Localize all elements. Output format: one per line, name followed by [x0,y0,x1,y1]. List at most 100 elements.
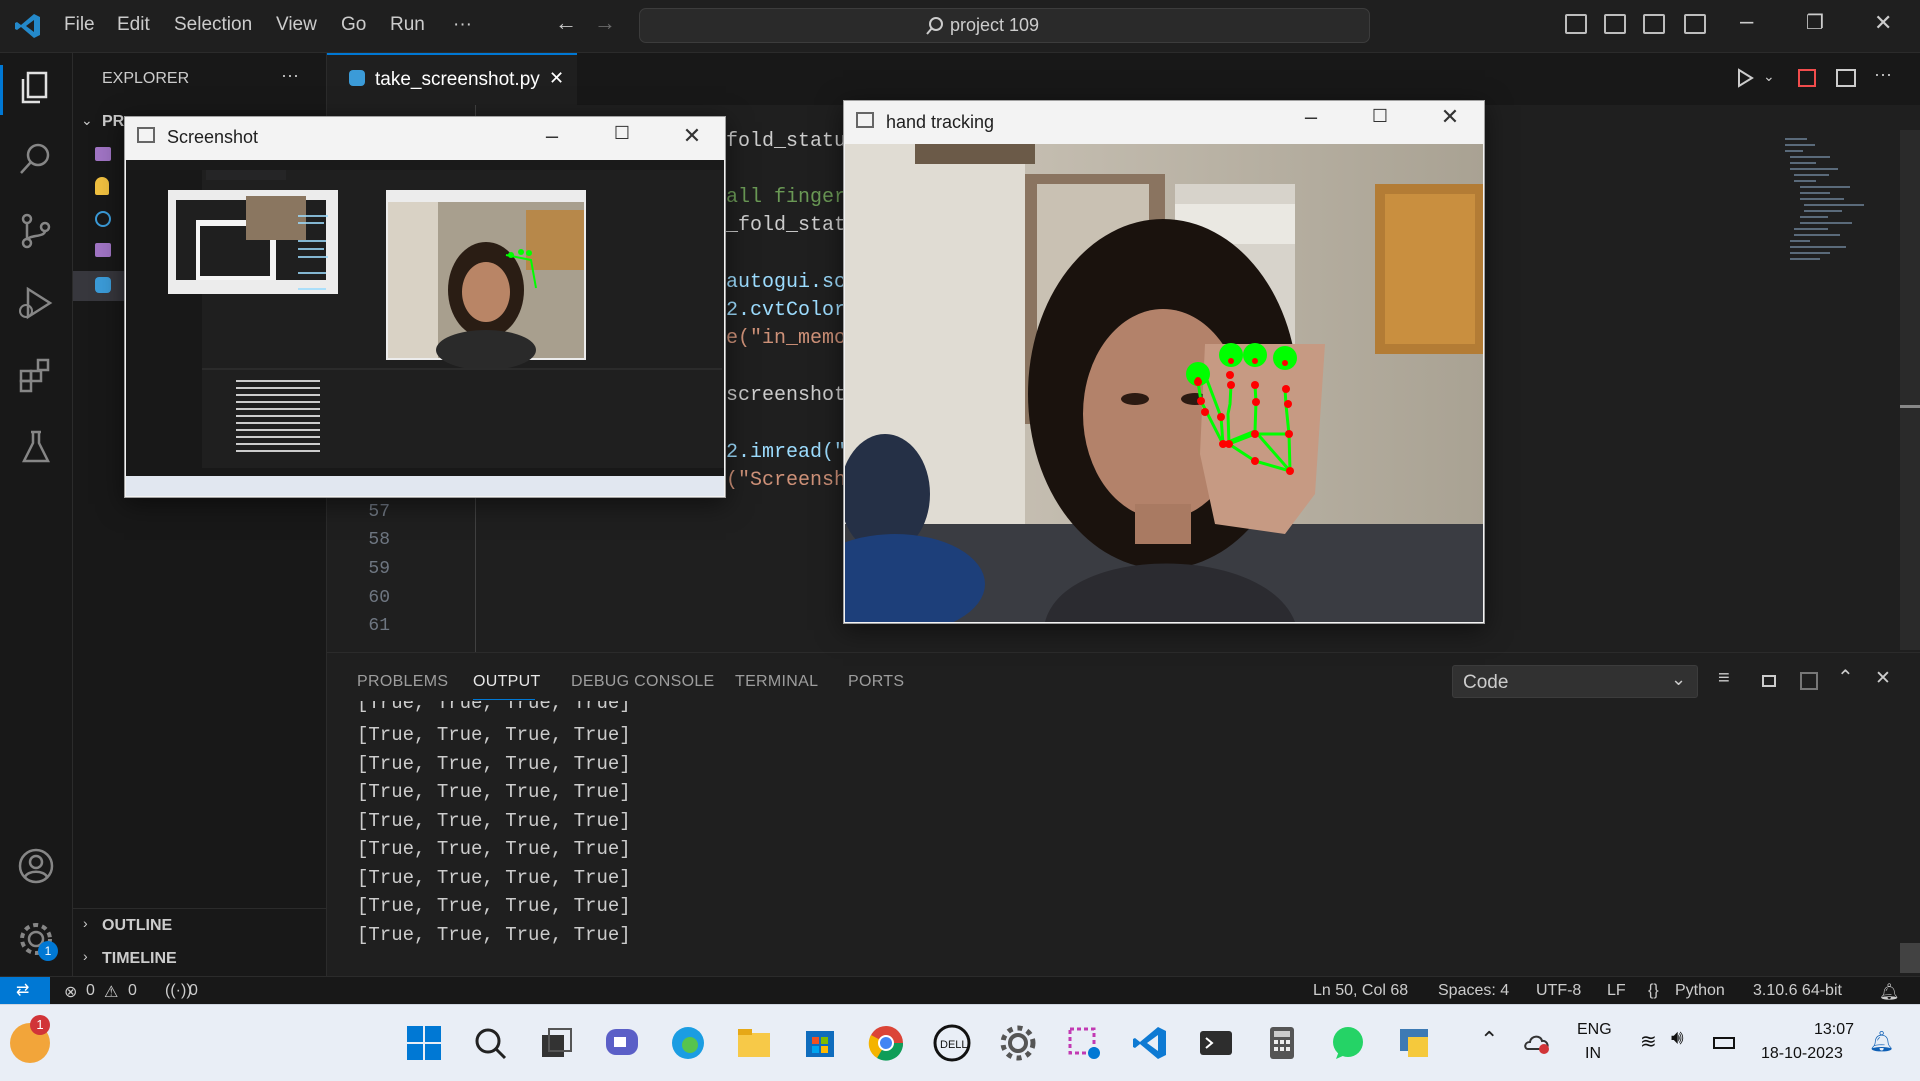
python-file-icon[interactable] [95,277,111,293]
settings-app-icon[interactable] [998,1023,1038,1063]
ports-icon[interactable]: ((·)) [165,982,192,1000]
chevron-right-icon[interactable]: › [83,948,88,964]
microsoft-store-icon[interactable] [800,1023,840,1063]
close-icon[interactable]: ✕ [1435,104,1465,134]
minimize-icon[interactable]: – [1740,8,1753,36]
remote-indicator[interactable]: ⇄ [0,977,50,1005]
project-folder-label[interactable]: PR [102,113,124,131]
chevron-down-icon[interactable]: ⌄ [81,112,93,129]
editor-scrollbar[interactable] [1900,130,1920,650]
clear-output-icon[interactable]: ≡ [1718,667,1730,690]
menu-edit[interactable]: Edit [117,14,150,36]
tab-debug-console[interactable]: DEBUG CONSOLE [571,673,715,691]
run-debug-icon[interactable] [16,283,56,323]
minimap[interactable] [1780,130,1895,650]
error-count[interactable]: 0 [86,982,95,1000]
encoding[interactable]: UTF-8 [1536,982,1581,1000]
maximize-panel-icon[interactable]: ⌃ [1837,665,1854,690]
clock-date[interactable]: 18-10-2023 [1761,1045,1843,1063]
onedrive-icon[interactable] [1524,1031,1552,1055]
minimize-icon[interactable]: – [537,123,567,153]
info-file-icon[interactable] [95,211,111,227]
ports-count[interactable]: 0 [189,982,198,1000]
python-app-icon[interactable] [1394,1023,1434,1063]
screenshot-window[interactable]: Screenshot – ☐ ✕ [124,116,726,498]
start-windows-icon[interactable] [404,1023,444,1063]
command-center-search[interactable]: project 109 [639,8,1370,43]
edge-browser-icon[interactable] [668,1023,708,1063]
cursor-position[interactable]: Ln 50, Col 68 [1313,982,1408,1000]
taskbar-search-icon[interactable] [470,1023,510,1063]
dell-app-icon[interactable]: DELL [932,1023,972,1063]
menu-view[interactable]: View [276,14,317,36]
chevron-down-icon[interactable]: ⌄ [1763,68,1775,85]
run-python-file-icon[interactable] [1736,68,1754,88]
open-output-editor-icon[interactable] [1800,672,1818,690]
image-file-icon[interactable] [95,243,111,257]
error-icon[interactable]: ⊗ [64,982,77,1002]
teams-chat-icon[interactable] [602,1023,642,1063]
menu-selection[interactable]: Selection [174,14,252,36]
volume-icon[interactable]: 🔊︎ [1671,1027,1684,1050]
file-explorer-icon[interactable] [734,1023,774,1063]
notifications-bell-icon[interactable]: 🔔︎ [1879,982,1899,1002]
language-indicator-bottom[interactable]: IN [1585,1045,1601,1063]
terminal-app-icon[interactable] [1196,1023,1236,1063]
close-window-icon[interactable]: ✕ [1874,10,1892,36]
output-channel-select[interactable]: Code ⌄ [1452,665,1698,698]
menu-file[interactable]: File [64,14,95,36]
tab-terminal[interactable]: TERMINAL [735,673,818,691]
chevron-right-icon[interactable]: › [83,915,88,931]
testing-icon[interactable] [16,427,56,467]
tab-take-screenshot[interactable]: take_screenshot.py ✕ [327,53,577,105]
show-hidden-icons-icon[interactable]: ⌃ [1480,1027,1498,1053]
tab-ports[interactable]: PORTS [848,673,904,691]
language-mode[interactable]: Python [1675,982,1725,1000]
clock-time[interactable]: 13:07 [1814,1021,1854,1039]
explorer-more-icon[interactable]: ··· [281,65,299,86]
battery-icon[interactable] [1713,1037,1735,1049]
vscode-app-icon[interactable] [1130,1023,1170,1063]
restore-icon[interactable]: ❐ [1806,10,1824,35]
chrome-browser-icon[interactable] [866,1023,906,1063]
toggle-primary-sidebar-icon[interactable] [1565,14,1587,34]
editor-more-icon[interactable]: ··· [1874,64,1892,85]
source-control-icon[interactable] [16,211,56,251]
warning-icon[interactable]: ⚠ [104,982,118,1002]
customize-layout-icon[interactable] [1684,14,1706,34]
explorer-icon[interactable] [16,67,56,107]
language-braces-icon[interactable]: {} [1648,982,1659,1000]
end-of-line[interactable]: LF [1607,982,1626,1000]
image-file-icon[interactable] [95,147,111,161]
close-icon[interactable]: ✕ [677,123,707,153]
maximize-icon[interactable]: ☐ [607,123,637,153]
back-arrow-icon[interactable]: ← [555,10,577,36]
calculator-app-icon[interactable] [1262,1023,1302,1063]
tab-problems[interactable]: PROBLEMS [357,673,448,691]
timeline-section[interactable]: TIMELINE [102,950,177,968]
indentation[interactable]: Spaces: 4 [1438,982,1509,1000]
outline-section[interactable]: OUTLINE [102,917,172,935]
wifi-icon[interactable]: ≋ [1640,1029,1657,1054]
tab-close-icon[interactable]: ✕ [549,68,564,89]
notification-bell-icon[interactable]: 🔔︎ [1869,1029,1894,1054]
tab-output[interactable]: OUTPUT [473,673,541,691]
hand-tracking-window[interactable]: hand tracking – ☐ ✕ [843,100,1485,624]
task-view-icon[interactable] [536,1023,576,1063]
panel-scrollbar[interactable] [1900,943,1920,973]
minimize-icon[interactable]: – [1296,104,1326,134]
menu-run[interactable]: Run [390,14,425,36]
toggle-panel-icon[interactable] [1604,14,1626,34]
search-icon[interactable] [16,139,56,179]
split-editor-icon[interactable] [1836,69,1856,87]
python-interpreter[interactable]: 3.10.6 64-bit [1753,982,1842,1000]
menu-go[interactable]: Go [341,14,366,36]
lock-icon[interactable] [1762,675,1776,687]
menu-more[interactable]: ··· [453,14,472,36]
snipping-tool-icon[interactable] [1064,1023,1104,1063]
whatsapp-app-icon[interactable] [1328,1023,1368,1063]
toggle-secondary-sidebar-icon[interactable] [1643,14,1665,34]
maximize-icon[interactable]: ☐ [1365,106,1395,136]
extensions-icon[interactable] [16,355,56,395]
close-panel-icon[interactable]: ✕ [1875,667,1891,690]
